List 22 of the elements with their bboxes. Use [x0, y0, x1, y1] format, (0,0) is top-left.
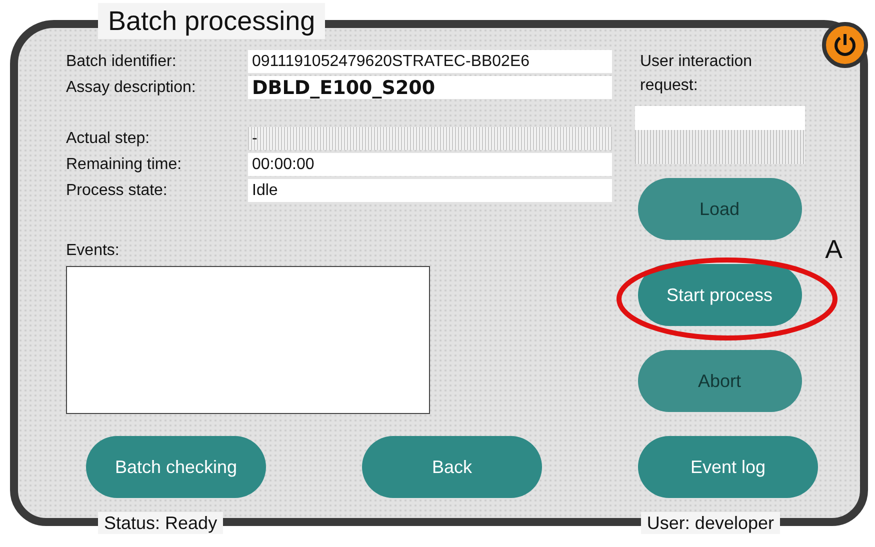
side-button[interactable]: Start process [638, 264, 802, 326]
nav-button[interactable]: Batch checking [86, 436, 266, 498]
status-text: Status: Ready [98, 512, 224, 534]
value-field: - [248, 127, 612, 150]
value-field: DBLD_E100_S200 [248, 76, 612, 99]
window-title: Batch processing [98, 3, 326, 39]
value-field: Idle [248, 179, 612, 202]
annotation-letter: A [825, 234, 842, 265]
nav-button[interactable]: Event log [638, 436, 818, 498]
value-field: 00:00:00 [248, 153, 612, 176]
field-label: Process state: [66, 182, 168, 200]
field-label: Batch identifier: [66, 52, 178, 70]
user-interaction-label: User interaction request: [640, 52, 754, 96]
user-text: User: developer [640, 512, 780, 534]
nav-button[interactable]: Back [362, 436, 542, 498]
power-icon [832, 32, 858, 58]
events-label: Events: [66, 242, 120, 260]
value-field: 0911191052479620STRATEC-BB02E6 [248, 50, 612, 73]
power-button[interactable] [822, 22, 868, 68]
field-label: Assay description: [66, 78, 197, 96]
field-label: Remaining time: [66, 156, 183, 174]
field-label: Actual step: [66, 130, 151, 148]
